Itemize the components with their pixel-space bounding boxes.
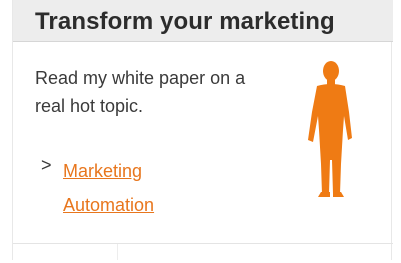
chevron-right-icon: > [41,155,52,175]
intro-text: Read my white paper on a real hot topic. [35,68,246,116]
widget-header: Transform your marketing [13,0,393,42]
footer-divider [13,243,393,244]
person-silhouette-icon [308,61,352,197]
marketing-automation-link[interactable]: Marketing Automation [63,154,223,222]
footer-divider-tick [117,244,118,260]
widget-title: Transform your marketing [35,8,335,35]
marketing-widget: Transform your marketing Read my white p… [12,0,393,260]
